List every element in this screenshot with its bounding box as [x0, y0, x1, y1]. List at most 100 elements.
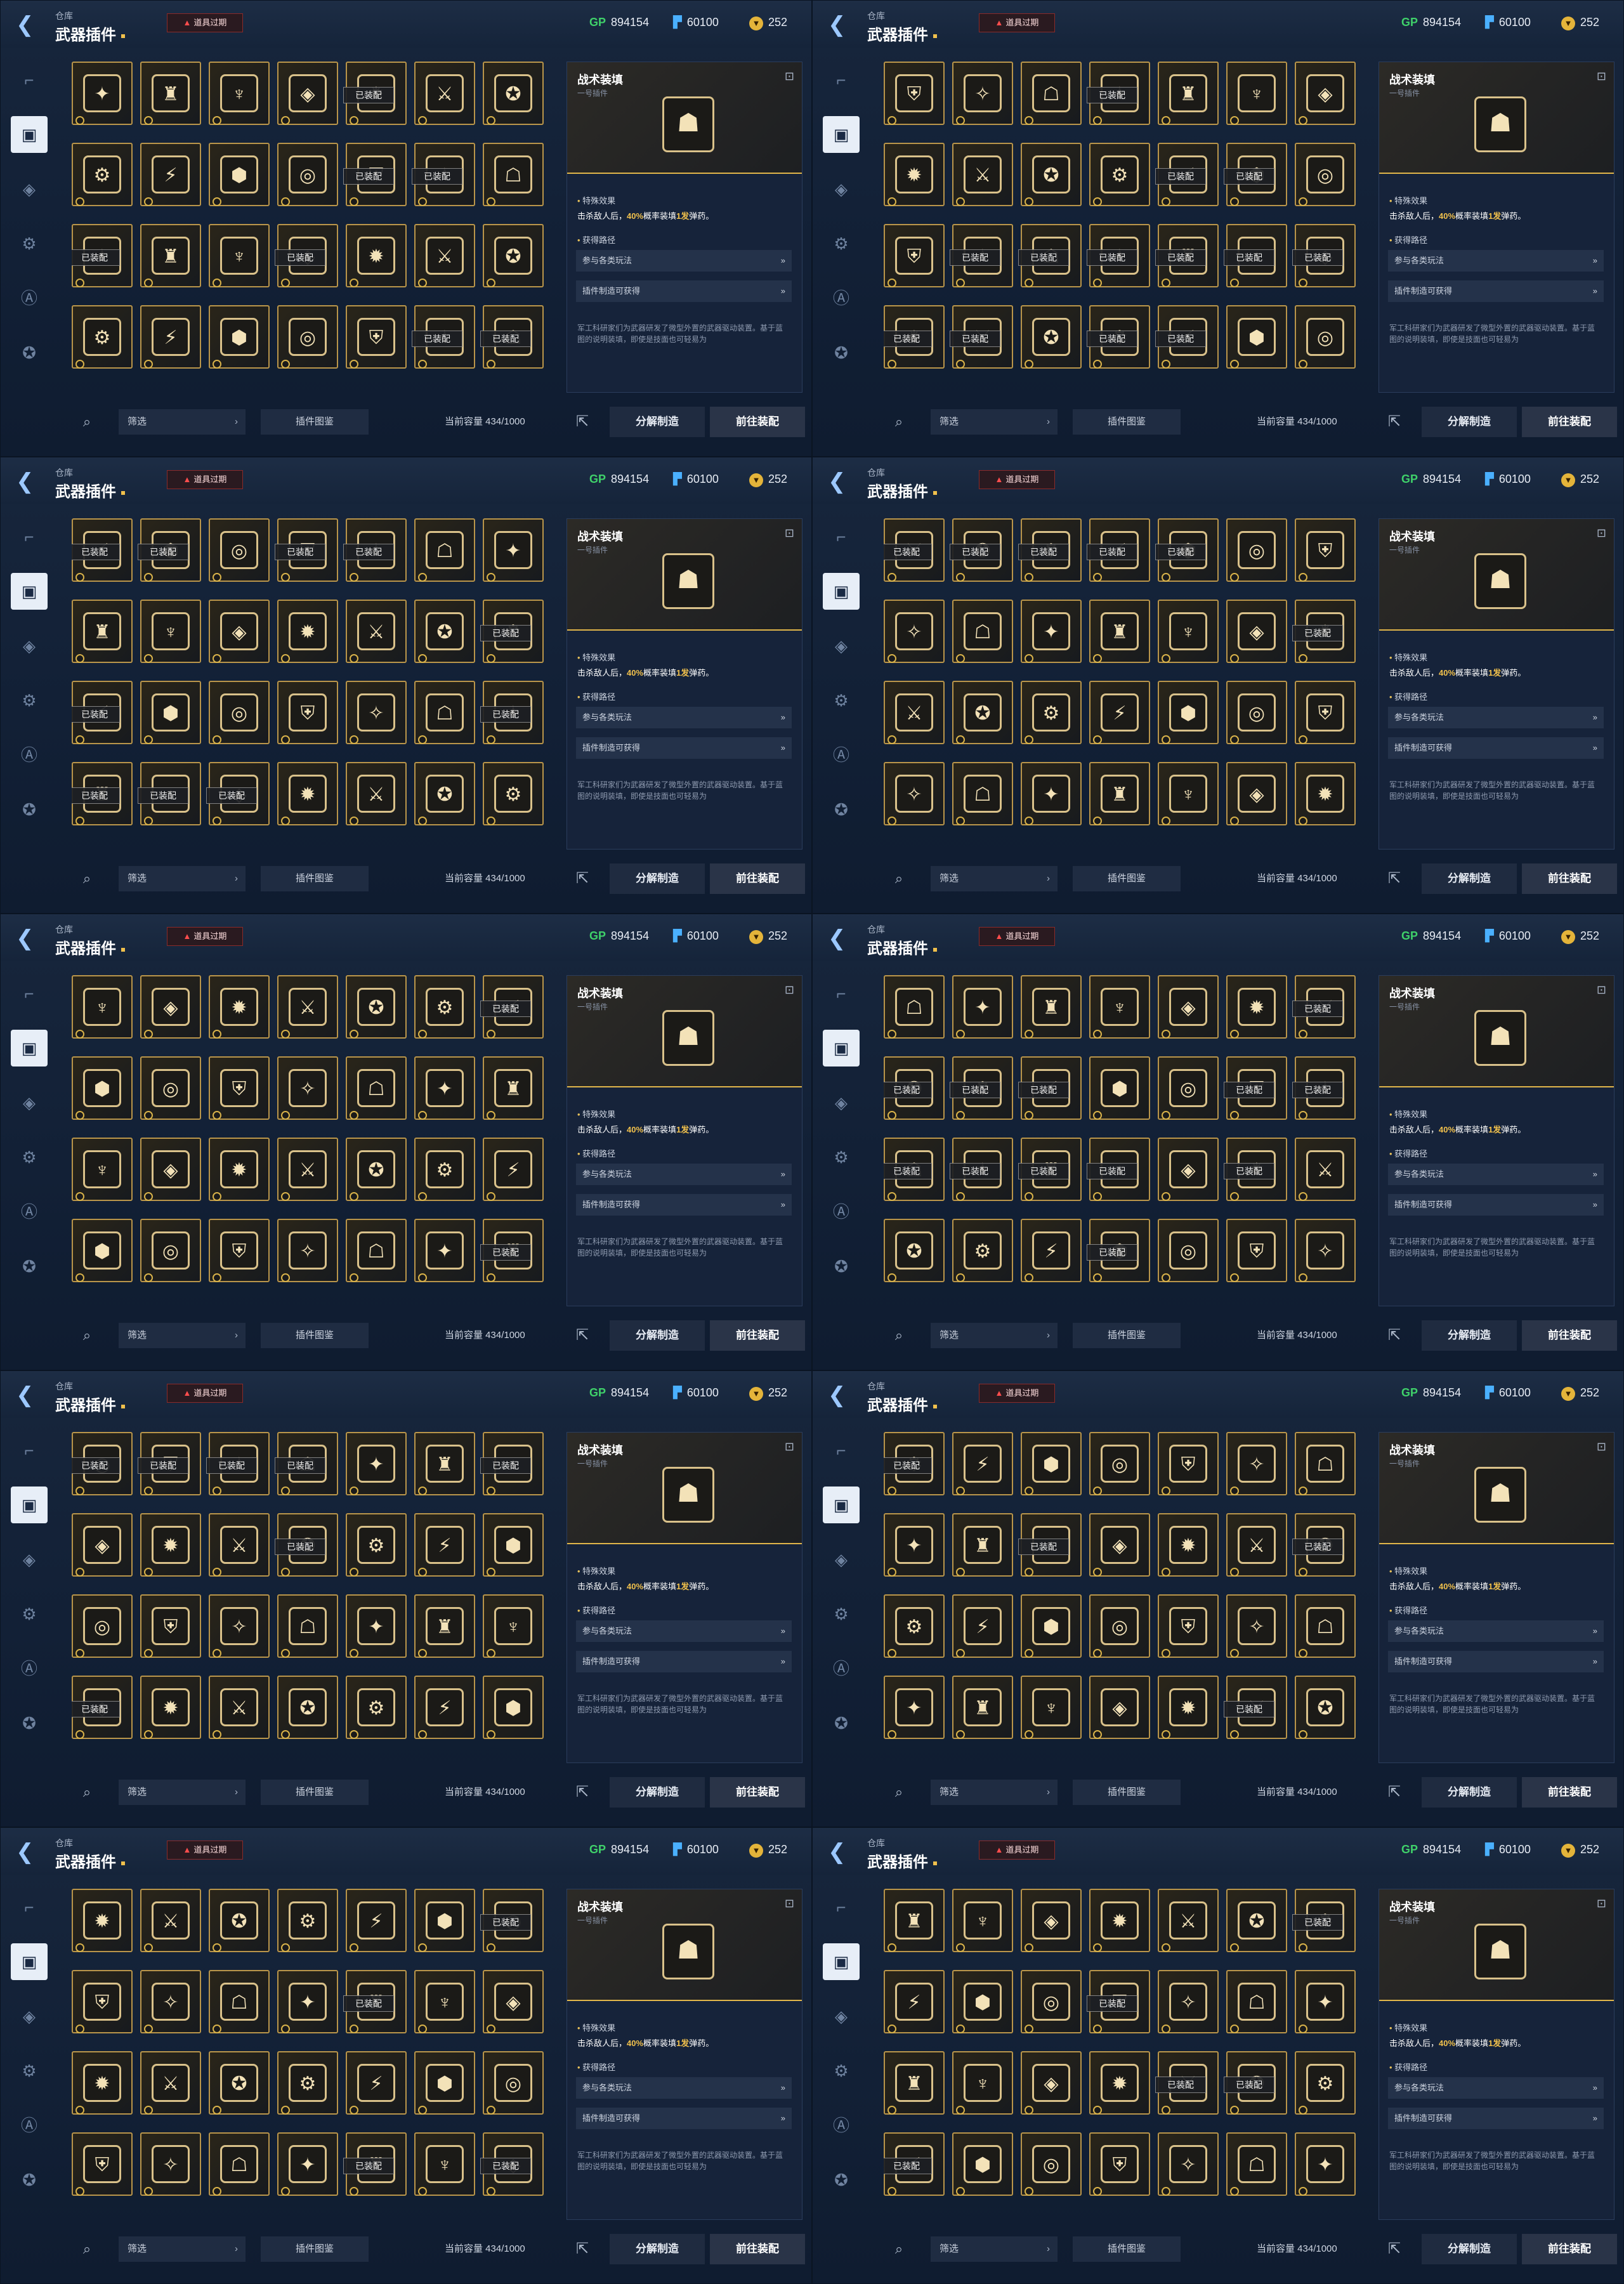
plugin-slot[interactable]: ⬢已装配	[138, 518, 201, 582]
go-to-assembly-button[interactable]: 前往装配	[1522, 2234, 1617, 2264]
filter-dropdown[interactable]: 筛选 ›	[931, 1780, 1058, 1805]
plugin-slot[interactable]: ☖已装配	[480, 305, 544, 369]
plugin-slot[interactable]: ◎	[72, 1594, 133, 1658]
plugin-slot[interactable]: ✦	[277, 1970, 338, 2033]
plugin-slot[interactable]: ✹已装配	[884, 305, 945, 369]
route-item[interactable]: 插件制造可获得 »	[576, 1651, 792, 1672]
plugin-slot[interactable]: ◈	[72, 1513, 133, 1577]
plugin-slot[interactable]: ⚔	[209, 1513, 270, 1577]
go-to-assembly-button[interactable]: 前往装配	[1522, 407, 1617, 437]
plugin-slot[interactable]: ✧已装配	[1292, 1056, 1356, 1120]
dismantle-button[interactable]: 分解制造	[610, 407, 705, 437]
dismantle-button[interactable]: 分解制造	[610, 1777, 705, 1808]
gun-icon[interactable]: ⌐	[823, 1432, 860, 1469]
attachment-icon[interactable]: ◈	[823, 1084, 860, 1121]
plugin-slot[interactable]: ⚔已装配	[884, 518, 945, 582]
route-item[interactable]: 插件制造可获得 »	[576, 2108, 792, 2129]
plugin-slot[interactable]: ⚙	[483, 762, 544, 825]
plugin-slot[interactable]: ♜已装配	[1018, 1138, 1082, 1201]
plugin-slot[interactable]: ✪已装配	[1292, 1513, 1356, 1577]
gun-icon[interactable]: ⌐	[823, 1889, 860, 1926]
go-to-assembly-button[interactable]: 前往装配	[710, 1320, 805, 1351]
plugin-slot[interactable]: ♜	[72, 600, 133, 663]
plugin-slot[interactable]: ⬢已装配	[1155, 518, 1219, 582]
lock-icon[interactable]: ⊡	[785, 1440, 794, 1454]
plugin-slot[interactable]: ✹	[1089, 1889, 1150, 1952]
plugin-slot[interactable]: ✧	[1226, 1594, 1287, 1658]
badge-icon[interactable]: Ⓐ	[11, 1650, 48, 1687]
go-to-assembly-button[interactable]: 前往装配	[1522, 1320, 1617, 1351]
gun-icon[interactable]: ⌐	[823, 62, 860, 98]
plugin-slot[interactable]: ⚙已装配	[1018, 518, 1082, 582]
plugin-slot[interactable]: ✹	[346, 224, 407, 287]
plugin-slot[interactable]: ⚡	[483, 1138, 544, 1201]
plugin-slot[interactable]: ◎	[1295, 305, 1356, 369]
plugin-slot[interactable]: ♆	[1089, 975, 1150, 1039]
plugin-slot[interactable]: ✪	[483, 224, 544, 287]
emblem-icon[interactable]: ✪	[823, 1248, 860, 1285]
plugin-slot[interactable]: ⬢	[72, 1056, 133, 1120]
plugin-slot[interactable]: ⚔已装配	[1292, 975, 1356, 1039]
plugin-slot[interactable]: ♆	[72, 1138, 133, 1201]
plugin-slot[interactable]: ◈	[140, 975, 201, 1039]
attachment-icon[interactable]: ◈	[11, 1998, 48, 2035]
plugin-slot[interactable]: ◈	[277, 62, 338, 125]
filter-dropdown[interactable]: 筛选 ›	[931, 2236, 1058, 2262]
plugin-slot[interactable]: ✧已装配	[412, 305, 475, 369]
plugin-slot[interactable]: ⬢	[1089, 1056, 1150, 1120]
plugin-slot[interactable]: ☖已装配	[275, 1432, 338, 1495]
export-icon[interactable]: ⇱	[572, 1781, 593, 1804]
route-item[interactable]: 插件制造可获得 »	[1388, 1651, 1604, 1672]
plugin-slot[interactable]: ☖	[209, 1970, 270, 2033]
plugin-slot[interactable]: ♜已装配	[343, 2132, 407, 2196]
plugin-slot[interactable]: ⚙	[1295, 2051, 1356, 2115]
gun-icon[interactable]: ⌐	[11, 518, 48, 555]
emblem-icon[interactable]: ✪	[11, 1705, 48, 1742]
plugin-slot[interactable]: ♆已装配	[1224, 224, 1287, 287]
plugin-slot[interactable]: ✪	[346, 975, 407, 1039]
plugin-slot[interactable]: ♆	[140, 600, 201, 663]
search-icon[interactable]: ⌕	[886, 866, 912, 891]
plugin-slot[interactable]: ⚙	[884, 1594, 945, 1658]
plugin-icon[interactable]: ▣	[823, 1943, 860, 1980]
emblem-icon[interactable]: ✪	[11, 334, 48, 371]
plugin-slot[interactable]: ♜	[414, 1432, 475, 1495]
plugin-slot[interactable]: ⚔	[140, 1889, 201, 1952]
plugin-slot[interactable]: ⚙已装配	[1087, 305, 1150, 369]
lock-icon[interactable]: ⊡	[1597, 527, 1606, 540]
go-to-assembly-button[interactable]: 前往装配	[710, 863, 805, 894]
plugin-slot[interactable]: ♆	[414, 2132, 475, 2196]
plugin-slot[interactable]: ✹	[884, 143, 945, 206]
rifle-icon[interactable]: ⚙	[11, 1139, 48, 1176]
badge-icon[interactable]: Ⓐ	[823, 737, 860, 773]
plugin-slot[interactable]: ✦已装配	[480, 681, 544, 744]
plugin-slot[interactable]: ⬢	[72, 1219, 133, 1282]
gun-icon[interactable]: ⌐	[11, 1432, 48, 1469]
plugin-slot[interactable]: ⚔	[1295, 1138, 1356, 1201]
expired-items-button[interactable]: ▲ 道具过期	[167, 1384, 243, 1403]
plugin-slot[interactable]: ⬢	[483, 1513, 544, 1577]
filter-dropdown[interactable]: 筛选 ›	[119, 1323, 246, 1348]
plugin-slot[interactable]: ✹已装配	[1292, 600, 1356, 663]
plugin-slot[interactable]: ✧	[884, 762, 945, 825]
plugin-slot[interactable]: ◎	[1021, 1970, 1082, 2033]
search-icon[interactable]: ⌕	[886, 409, 912, 435]
plugin-slot[interactable]: ✪	[209, 1889, 270, 1952]
plugin-slot[interactable]: ⚡已装配	[72, 518, 133, 582]
plugin-slot[interactable]: ⚔	[209, 1676, 270, 1739]
back-arrow-icon[interactable]: ❮	[828, 1384, 853, 1407]
route-item[interactable]: 参与各类玩法 »	[1388, 250, 1604, 272]
plugin-slot[interactable]: ⬢	[1226, 305, 1287, 369]
expired-items-button[interactable]: ▲ 道具过期	[167, 470, 243, 489]
emblem-icon[interactable]: ✪	[823, 2162, 860, 2198]
plugin-slot[interactable]: ⛨	[209, 1056, 270, 1120]
plugin-slot[interactable]: ◈	[1226, 600, 1287, 663]
plugin-slot[interactable]: ⚡	[952, 1432, 1013, 1495]
gun-icon[interactable]: ⌐	[11, 62, 48, 98]
export-icon[interactable]: ⇱	[1384, 1781, 1405, 1804]
plugin-slot[interactable]: ✹	[209, 975, 270, 1039]
plugin-slot[interactable]: ✧	[346, 681, 407, 744]
go-to-assembly-button[interactable]: 前往装配	[710, 1777, 805, 1808]
emblem-icon[interactable]: ✪	[11, 1248, 48, 1285]
plugin-slot[interactable]: ⚡	[140, 305, 201, 369]
